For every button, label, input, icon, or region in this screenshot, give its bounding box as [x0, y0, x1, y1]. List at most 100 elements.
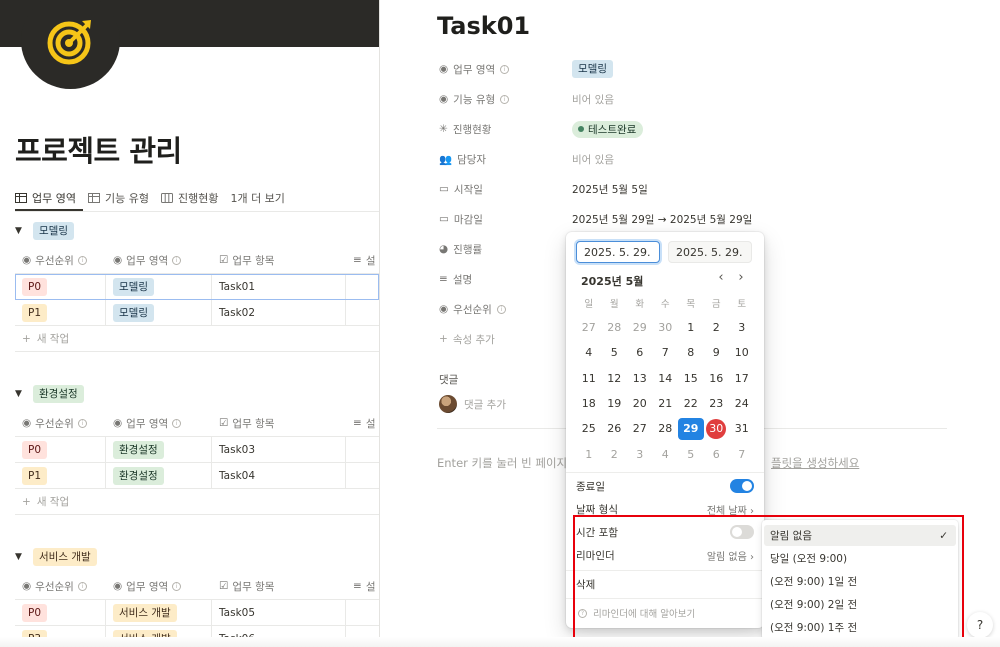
table-row[interactable]: P0 모델링 Task01	[15, 274, 379, 300]
calendar-day[interactable]: 9	[704, 342, 730, 364]
reminder-option-same-day[interactable]: 당일 (오전 9:00)	[764, 548, 956, 569]
page-icon[interactable]	[21, 0, 120, 89]
reminder-option-1-day[interactable]: (오전 9:00) 1일 전	[764, 571, 956, 592]
prop-assignee[interactable]: 👥 담당자 비어 있음	[439, 148, 614, 170]
calendar-day[interactable]: 26	[602, 418, 628, 440]
column-description[interactable]: ≡ 설	[346, 410, 379, 436]
calendar-day[interactable]: 1	[576, 444, 602, 466]
calendar-day[interactable]: 27	[627, 418, 653, 440]
tab-feature-type[interactable]: 기능 유형	[87, 187, 149, 209]
calendar-day[interactable]: 13	[627, 368, 653, 390]
date-format-row[interactable]: 날짜 형식 전체 날짜 ›	[576, 499, 754, 519]
calendar-day[interactable]: 22	[678, 393, 704, 415]
calendar-day[interactable]: 25	[576, 418, 602, 440]
end-date-toggle[interactable]	[730, 479, 754, 493]
column-priority[interactable]: ◉ 우선순위 i	[15, 573, 106, 599]
column-area[interactable]: ◉ 업무 영역 i	[106, 410, 212, 436]
collapse-icon[interactable]: ▼	[15, 552, 25, 562]
calendar-day[interactable]: 19	[602, 393, 628, 415]
calendar-day[interactable]: 18	[576, 393, 602, 415]
calendar-day[interactable]: 2	[602, 444, 628, 466]
calendar-day[interactable]: 20	[627, 393, 653, 415]
end-date-toggle-row[interactable]: 종료일	[576, 476, 754, 496]
column-item[interactable]: ☑ 업무 항목	[212, 247, 346, 273]
calendar-day[interactable]: 14	[653, 368, 679, 390]
prop-due-date[interactable]: ▭ 마감일 2025년 5월 29일 → 2025년 5월 29일	[439, 208, 752, 230]
calendar-day[interactable]: 28	[602, 317, 628, 339]
column-priority[interactable]: ◉ 우선순위 i	[15, 410, 106, 436]
calendar-day[interactable]: 27	[576, 317, 602, 339]
calendar-day[interactable]: 17	[729, 368, 755, 390]
column-area[interactable]: ◉ 업무 영역 i	[106, 573, 212, 599]
add-property-button[interactable]: + 속성 추가	[439, 328, 572, 350]
include-time-row[interactable]: 시간 포함	[576, 522, 754, 542]
calendar-day[interactable]: 21	[653, 393, 679, 415]
calendar-day[interactable]: 10	[729, 342, 755, 364]
new-task-button[interactable]: + 새 작업	[15, 489, 379, 515]
reminder-option-1-week[interactable]: (오전 9:00) 1주 전	[764, 617, 956, 638]
calendar-day[interactable]: 29	[627, 317, 653, 339]
calendar-day[interactable]: 16	[704, 368, 730, 390]
delete-date-button[interactable]: 삭제	[576, 574, 754, 594]
item-cell[interactable]: Task02	[212, 300, 346, 325]
template-link[interactable]: 플릿을 생성하세요	[771, 455, 859, 471]
calendar-day[interactable]: 30	[653, 317, 679, 339]
collapse-icon[interactable]: ▼	[15, 389, 25, 399]
calendar-day[interactable]: 3	[729, 317, 755, 339]
include-time-toggle[interactable]	[730, 525, 754, 539]
calendar-day[interactable]: 23	[704, 393, 730, 415]
item-cell[interactable]: Task01	[212, 274, 346, 299]
collapse-icon[interactable]: ▼	[15, 226, 25, 236]
task-title[interactable]: Task01	[437, 12, 530, 40]
reminder-option-2-days[interactable]: (오전 9:00) 2일 전	[764, 594, 956, 615]
prop-priority[interactable]: ◉ 우선순위 i	[439, 298, 572, 320]
end-date-input[interactable]: 2025. 5. 29.	[668, 241, 752, 263]
item-cell[interactable]: Task03	[212, 437, 346, 462]
calendar-day[interactable]: 24	[729, 393, 755, 415]
table-row[interactable]: P0 서비스 개발 Task05	[15, 600, 379, 626]
column-item[interactable]: ☑ 업무 항목	[212, 410, 346, 436]
item-cell[interactable]: Task04	[212, 463, 346, 488]
column-description[interactable]: ≡ 설	[346, 573, 379, 599]
column-area[interactable]: ◉ 업무 영역 i	[106, 247, 212, 273]
calendar-day[interactable]: 6	[627, 342, 653, 364]
calendar-day[interactable]: 11	[576, 368, 602, 390]
calendar-day[interactable]: 12	[602, 368, 628, 390]
more-views-button[interactable]: 1개 더 보기	[230, 187, 284, 209]
calendar-day[interactable]: 5	[602, 342, 628, 364]
calendar-day[interactable]: 2	[704, 317, 730, 339]
calendar-day[interactable]: 7	[653, 342, 679, 364]
table-row[interactable]: P1 모델링 Task02	[15, 300, 379, 326]
calendar-day[interactable]: 1	[678, 317, 704, 339]
tab-business-area[interactable]: 업무 영역	[15, 187, 76, 209]
calendar-day[interactable]: 5	[678, 444, 704, 466]
reminder-row[interactable]: 리마인더 알림 없음 ›	[576, 545, 754, 565]
calendar-day[interactable]: 31	[729, 418, 755, 440]
column-priority[interactable]: ◉ 우선순위 i	[15, 247, 106, 273]
prop-area[interactable]: ◉ 업무 영역 i 모델링	[439, 58, 613, 80]
item-cell[interactable]: Task05	[212, 600, 346, 625]
calendar-day[interactable]: 28	[653, 418, 679, 440]
prev-month-icon[interactable]: ‹	[714, 270, 728, 285]
calendar-day[interactable]: 15	[678, 368, 704, 390]
prop-description[interactable]: ≡ 설명	[439, 268, 572, 290]
today-day[interactable]: 30	[706, 419, 727, 439]
prop-start-date[interactable]: ▭ 시작일 2025년 5월 5일	[439, 178, 648, 200]
calendar-day[interactable]: 6	[704, 444, 730, 466]
calendar-day[interactable]: 3	[627, 444, 653, 466]
prop-feature-type[interactable]: ◉ 기능 유형 i 비어 있음	[439, 88, 614, 110]
prop-progress-rate[interactable]: ◕ 진행률	[439, 238, 572, 260]
calendar-day[interactable]: 4	[653, 444, 679, 466]
start-date-input[interactable]: 2025. 5. 29.	[576, 241, 660, 263]
calendar-day[interactable]: 8	[678, 342, 704, 364]
help-button[interactable]: ?	[967, 612, 993, 638]
column-item[interactable]: ☑ 업무 항목	[212, 573, 346, 599]
learn-reminder-link[interactable]: ? 리마인더에 대해 알아보기	[578, 606, 695, 620]
reminder-option-none[interactable]: 알림 없음 ✓	[764, 525, 956, 546]
next-month-icon[interactable]: ›	[734, 270, 748, 285]
calendar-day[interactable]: 4	[576, 342, 602, 364]
selected-day[interactable]: 29	[678, 418, 704, 440]
tab-progress[interactable]: 진행현황	[160, 187, 218, 209]
calendar-day[interactable]: 7	[729, 444, 755, 466]
add-comment-input[interactable]: 댓글 추가	[439, 395, 506, 413]
